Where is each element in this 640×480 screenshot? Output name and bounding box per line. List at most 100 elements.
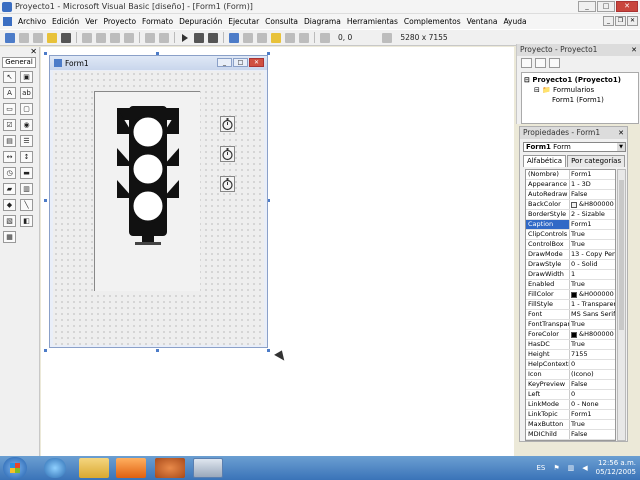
picturebox-icon[interactable]: ▣ <box>20 71 33 83</box>
property-row[interactable]: BorderStyle 2 - Sizable <box>526 210 615 220</box>
property-row[interactable]: FillColor &H000000 <box>526 290 615 300</box>
tree-item-form1[interactable]: Form1 (Form1) <box>524 95 636 105</box>
traffic-light-picture[interactable] <box>94 91 200 291</box>
resize-handle[interactable] <box>156 349 159 352</box>
menu-ventana[interactable]: Ventana <box>464 17 501 26</box>
media-player-icon[interactable] <box>116 458 146 478</box>
timer-control[interactable] <box>220 146 235 162</box>
mdi-minimize-button[interactable]: _ <box>603 16 614 26</box>
data-icon[interactable]: ◧ <box>20 215 33 227</box>
open-icon[interactable] <box>47 32 57 43</box>
property-value[interactable]: True <box>570 420 615 429</box>
property-value[interactable]: False <box>570 430 615 439</box>
copy-icon[interactable] <box>96 32 106 43</box>
minimize-button[interactable]: _ <box>578 1 596 12</box>
property-row[interactable]: KeyPreview False <box>526 380 615 390</box>
tab-alphabetic[interactable]: Alfabética <box>523 155 567 167</box>
property-row[interactable]: Enabled True <box>526 280 615 290</box>
property-row[interactable]: Appearance 1 - 3D <box>526 180 615 190</box>
form1-title-bar[interactable]: Form1 _ □ ✕ <box>50 56 267 70</box>
close-button[interactable]: ✕ <box>616 1 638 12</box>
cut-icon[interactable] <box>82 32 92 43</box>
property-row[interactable]: DrawWidth 1 <box>526 270 615 280</box>
menu-depuracion[interactable]: Depuración <box>176 17 225 26</box>
property-value[interactable]: 1 - 3D <box>570 180 615 189</box>
drivelistbox-icon[interactable]: ▬ <box>20 167 33 179</box>
property-row[interactable]: DrawStyle 0 - Solid <box>526 260 615 270</box>
property-row[interactable]: LinkTopic Form1 <box>526 410 615 420</box>
mdi-restore-button[interactable]: ❐ <box>615 16 626 26</box>
menu-proyecto[interactable]: Proyecto <box>100 17 139 26</box>
volume-icon[interactable]: ◀ <box>582 464 587 472</box>
data-view-icon[interactable] <box>299 32 309 43</box>
property-value[interactable]: True <box>570 320 615 329</box>
menu-ver[interactable]: Ver <box>82 17 100 26</box>
property-row[interactable]: ForeColor &H800000 <box>526 330 615 340</box>
menu-edicion[interactable]: Edición <box>49 17 82 26</box>
property-row[interactable]: Font MS Sans Serif <box>526 310 615 320</box>
view-code-button[interactable] <box>521 58 532 68</box>
property-row[interactable]: ClipControls True <box>526 230 615 240</box>
toggle-folders-button[interactable] <box>549 58 560 68</box>
image-icon[interactable]: ▧ <box>3 215 16 227</box>
label-icon[interactable]: A <box>3 87 16 99</box>
undo-icon[interactable] <box>145 32 155 43</box>
frame-icon[interactable]: ▭ <box>3 103 16 115</box>
network-icon[interactable]: ▥ <box>568 464 575 472</box>
start-button[interactable] <box>3 457 27 479</box>
property-row[interactable]: AutoRedraw False <box>526 190 615 200</box>
menu-editor-icon[interactable] <box>33 32 43 43</box>
project-close-icon[interactable]: ✕ <box>631 44 637 56</box>
properties-window-icon[interactable] <box>243 32 253 43</box>
form1-window[interactable]: Form1 _ □ ✕ <box>49 55 268 348</box>
form-layout-icon[interactable] <box>257 32 267 43</box>
property-value[interactable]: Form1 <box>570 410 615 419</box>
maximize-button[interactable]: □ <box>597 1 615 12</box>
object-browser-icon[interactable] <box>271 32 281 43</box>
menu-complementos[interactable]: Complementos <box>401 17 464 26</box>
ole-icon[interactable]: ▦ <box>3 231 16 243</box>
resize-handle[interactable] <box>267 349 270 352</box>
property-value[interactable]: False <box>570 380 615 389</box>
redo-icon[interactable] <box>159 32 169 43</box>
property-row[interactable]: MDIChild False <box>526 430 615 440</box>
property-row[interactable]: Left 0 <box>526 390 615 400</box>
property-row[interactable]: DrawMode 13 - Copy Pen <box>526 250 615 260</box>
find-icon[interactable] <box>124 32 134 43</box>
property-row[interactable]: MaxButton True <box>526 420 615 430</box>
property-row[interactable]: FillStyle1 - Transparent <box>526 300 615 310</box>
object-selector[interactable]: Form1 Form ▼ <box>523 142 626 152</box>
resize-handle[interactable] <box>44 349 47 352</box>
property-value[interactable]: 0 - Solid <box>570 260 615 269</box>
property-value[interactable]: True <box>570 230 615 239</box>
paste-icon[interactable] <box>110 32 120 43</box>
property-value[interactable]: 0 - None <box>570 400 615 409</box>
property-value[interactable]: 0 <box>570 390 615 399</box>
project-explorer-icon[interactable] <box>229 32 239 43</box>
resize-handle[interactable] <box>44 52 47 55</box>
property-value[interactable]: Form1 <box>570 170 615 179</box>
property-row[interactable]: FontTransparentTrue <box>526 320 615 330</box>
optionbutton-icon[interactable]: ◉ <box>20 119 33 131</box>
menu-ejecutar[interactable]: Ejecutar <box>225 17 262 26</box>
checkbox-icon[interactable]: ☑ <box>3 119 16 131</box>
explorer-icon[interactable] <box>79 458 109 478</box>
property-row[interactable]: HelpContextID0 <box>526 360 615 370</box>
mdi-close-button[interactable]: ✕ <box>627 16 638 26</box>
properties-close-icon[interactable]: ✕ <box>618 127 624 139</box>
textbox-icon[interactable]: ab <box>20 87 33 99</box>
property-value[interactable]: 13 - Copy Pen <box>570 250 615 259</box>
clock[interactable]: 12:56 a.m. 05/12/2005 <box>596 459 636 477</box>
timer-icon[interactable]: ◷ <box>3 167 16 179</box>
hscrollbar-icon[interactable]: ↔ <box>3 151 16 163</box>
property-value[interactable]: True <box>570 280 615 289</box>
property-value[interactable]: &H000000 <box>570 290 615 299</box>
commandbutton-icon[interactable]: ▢ <box>20 103 33 115</box>
language-indicator[interactable]: ES <box>536 464 545 472</box>
property-value[interactable]: (Icono) <box>570 370 615 379</box>
tree-folder-formularios[interactable]: ⊟ 📁 Formularios <box>524 85 636 95</box>
app-icon[interactable] <box>155 458 185 478</box>
property-row[interactable]: Caption Form1 <box>526 220 615 230</box>
form-close-button[interactable]: ✕ <box>249 58 264 67</box>
property-row[interactable]: BackColor &H800000 <box>526 200 615 210</box>
